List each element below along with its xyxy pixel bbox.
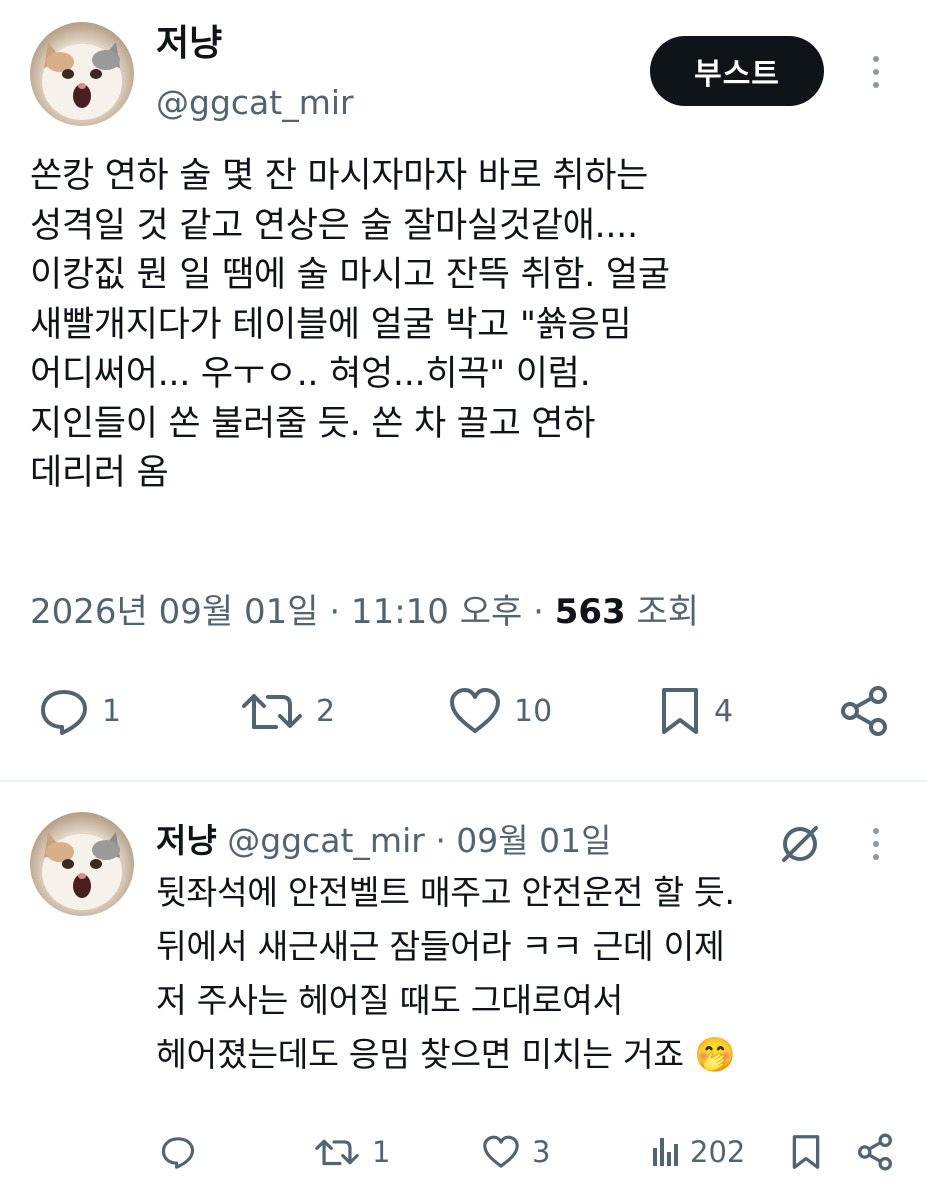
retweet-button[interactable]: 2 (240, 684, 335, 738)
bookmark-icon (662, 688, 698, 734)
like-count: 3 (532, 1135, 551, 1169)
views-count: 202 (690, 1135, 746, 1169)
retweet-count: 2 (316, 693, 336, 729)
reply-text-line: 저 주사는 헤어질 때도 그대로여서 (156, 981, 623, 1020)
retweet-icon (315, 1139, 359, 1166)
retweet-icon (242, 694, 302, 729)
grok-icon[interactable] (778, 822, 822, 866)
post-text-line: 지인들이 쏜 불러줄 듯. 쏜 차 끌고 연하 (30, 403, 596, 444)
emoji: 🤭 (693, 1035, 736, 1074)
reply-text-line: 뒤에서 새근새근 잠들어라 ㅋㅋ 근데 이제 (156, 927, 725, 966)
heart-icon (483, 1135, 519, 1168)
reply-text-line: 뒷좌석에 안전벨트 매주고 안전운전 할 듯. (156, 873, 735, 912)
boost-button[interactable]: 부스트 (650, 36, 824, 106)
reply-text-line: 헤어졌는데도 응밈 찾으면 미치는 거죠 🤭 (156, 1028, 916, 1082)
reply-button[interactable]: 1 (38, 684, 121, 738)
retweet-button[interactable]: 1 (314, 1130, 390, 1174)
author-name[interactable]: 저냥 (156, 20, 222, 68)
timestamp[interactable]: 2026년 09월 01일 · 11:10 오후 · (30, 592, 555, 632)
avatar[interactable] (30, 812, 134, 916)
share-icon (841, 686, 887, 736)
avatar[interactable] (30, 22, 134, 126)
share-icon (858, 1133, 892, 1171)
views-button[interactable]: 202 (652, 1130, 745, 1174)
post-meta: 2026년 09월 01일 · 11:10 오후 · 563 조회 (30, 584, 699, 633)
like-button[interactable]: 3 (482, 1130, 550, 1174)
share-button[interactable] (838, 684, 890, 738)
cat-avatar-icon (42, 832, 122, 910)
reply-icon (41, 690, 87, 735)
view-label: 조회 (625, 592, 700, 632)
view-count: 563 (554, 592, 626, 632)
author-handle[interactable]: @ggcat_mir (156, 80, 354, 126)
bookmark-icon (792, 1135, 820, 1169)
like-count: 10 (514, 693, 553, 729)
post-text-line: 새빨개지다가 테이블에 얼굴 박고 "쑑응밈 (30, 304, 632, 345)
share-button[interactable] (856, 1130, 894, 1174)
reply-date[interactable]: · 09월 01일 (425, 821, 611, 860)
post-text-line: 이캉짒 뭔 일 땜에 술 마시고 잔뜩 취함. 얼굴 (30, 255, 670, 295)
retweet-count: 1 (372, 1135, 391, 1169)
reply-header: 저냥 @ggcat_mir · 09월 01일 (156, 818, 612, 864)
views-icon (653, 1138, 678, 1166)
post-text-line: 어디써어... 우ㅜㅇ.. 혀엉...히끅" 이럼. (30, 354, 591, 394)
reply-text-last: 헤어졌는데도 응밈 찾으면 미치는 거죠 (156, 1035, 684, 1074)
post-text: 쏜캉 연하 술 몇 잔 마시자마자 바로 취하는 성격일 것 같고 연상은 술 … (30, 152, 910, 499)
author-name[interactable]: 저냥 (156, 821, 217, 860)
heart-icon (450, 688, 500, 733)
post-text-line: 쏜캉 연하 술 몇 잔 마시자마자 바로 취하는 (30, 156, 649, 196)
reply-icon (161, 1137, 195, 1169)
reply-button[interactable] (160, 1130, 208, 1174)
bookmark-button[interactable]: 4 (658, 684, 733, 738)
post-text-line: 데리러 옴 (30, 453, 169, 493)
divider (0, 780, 927, 782)
cat-avatar-icon (42, 42, 122, 120)
reply-count: 1 (102, 693, 122, 729)
more-options-icon[interactable] (866, 828, 886, 867)
like-button[interactable]: 10 (448, 684, 552, 738)
post-text-line: 성격일 것 같고 연상은 술 잘마실것같애.... (30, 205, 638, 246)
bookmark-count: 4 (714, 693, 734, 729)
bookmark-button[interactable] (790, 1130, 822, 1174)
more-options-icon[interactable] (866, 56, 886, 95)
author-handle[interactable]: @ggcat_mir (227, 821, 425, 860)
reply-text: 뒷좌석에 안전벨트 매주고 안전운전 할 듯. 뒤에서 새근새근 잠들어라 ㅋㅋ… (156, 866, 916, 1082)
